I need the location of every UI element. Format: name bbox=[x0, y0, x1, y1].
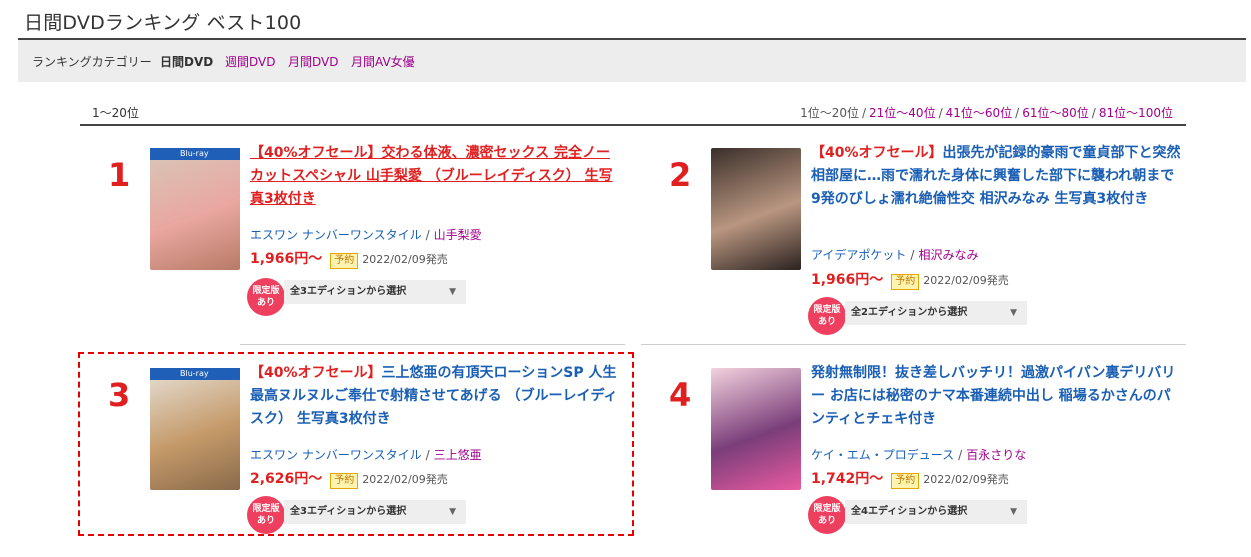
limited-edition-badge: 限定版 あり bbox=[247, 278, 285, 316]
price-line: 1,966円〜 予約 2022/02/09発売 bbox=[250, 248, 448, 269]
rank-number: 1 bbox=[108, 156, 131, 194]
page-title: 日間DVDランキング ベスト100 bbox=[24, 12, 302, 34]
pager-41-60[interactable]: 41位〜60位 bbox=[946, 106, 1013, 120]
ranking-item-4: 4 発射無制限！抜き差しバッチリ！過激パイパン裏デリバリー お店には秘密のナマ本… bbox=[641, 362, 1186, 557]
rank-number: 4 bbox=[669, 376, 692, 414]
price: 1,966円〜 bbox=[250, 251, 323, 267]
ranking-category-bar: ランキングカテゴリー 日間DVD 週間DVD 月間DVD 月間AV女優 bbox=[18, 40, 1246, 82]
category-label: ランキングカテゴリー bbox=[32, 55, 152, 69]
chevron-down-icon: ▼ bbox=[1010, 507, 1017, 517]
actress-link[interactable]: 百永さりな bbox=[966, 448, 1026, 462]
chevron-down-icon: ▼ bbox=[1010, 308, 1017, 318]
row-divider-left bbox=[240, 344, 625, 345]
pager-1-20: 1位〜20位 bbox=[800, 106, 859, 120]
product-cover[interactable] bbox=[711, 148, 801, 270]
label-link[interactable]: アイデアポケット bbox=[811, 248, 906, 262]
product-title-link[interactable]: 発射無制限！抜き差しバッチリ！過激パイパン裏デリバリー お店には秘密のナマ本番連… bbox=[811, 362, 1181, 431]
actress-link[interactable]: 山手梨愛 bbox=[434, 228, 482, 242]
product-title-link[interactable]: 【40%オフセール】交わる体液、濃密セックス 完全ノーカットスペシャル 山手梨愛… bbox=[250, 142, 620, 211]
product-meta: ケイ・エム・プロデュース / 百永さりな bbox=[811, 448, 1027, 462]
category-monthly-dvd[interactable]: 月間DVD bbox=[288, 53, 338, 70]
pager-61-80[interactable]: 61位〜80位 bbox=[1022, 106, 1089, 120]
preorder-tag: 予約 bbox=[891, 473, 920, 489]
preorder-tag: 予約 bbox=[891, 274, 920, 290]
actress-link[interactable]: 相沢みなみ bbox=[918, 248, 978, 262]
price-line: 1,966円〜 予約 2022/02/09発売 bbox=[811, 269, 1009, 290]
edition-select[interactable]: 全3エディションから選択 ▼ bbox=[284, 280, 466, 304]
edition-select[interactable]: 全2エディションから選択 ▼ bbox=[845, 301, 1027, 325]
price: 1,742円〜 bbox=[811, 471, 884, 487]
range-divider bbox=[80, 124, 1186, 126]
limited-edition-badge: 限定版 あり bbox=[808, 297, 846, 335]
current-range: 1〜20位 bbox=[92, 106, 139, 120]
product-cover[interactable] bbox=[711, 368, 801, 490]
limited-edition-badge: 限定版 あり bbox=[808, 496, 846, 534]
label-link[interactable]: エスワン ナンバーワンスタイル bbox=[250, 228, 422, 242]
rank-number: 2 bbox=[669, 156, 692, 194]
ranking-item-2: 2 【40%オフセール】出張先が記録的豪雨で童貞部下と突然相部屋に…雨で濡れた身… bbox=[641, 142, 1186, 337]
release-date: 2022/02/09発売 bbox=[923, 473, 1009, 486]
category-weekly-dvd[interactable]: 週間DVD bbox=[225, 53, 275, 70]
selection-highlight bbox=[78, 352, 634, 536]
row-divider-right bbox=[641, 344, 1186, 345]
product-meta: エスワン ナンバーワンスタイル / 山手梨愛 bbox=[250, 228, 482, 242]
chevron-down-icon: ▼ bbox=[449, 287, 456, 297]
label-link[interactable]: ケイ・エム・プロデュース bbox=[811, 448, 954, 462]
pager-21-40[interactable]: 21位〜40位 bbox=[869, 106, 936, 120]
ranking-item-1: 1 【40%オフセール】交わる体液、濃密セックス 完全ノーカットスペシャル 山手… bbox=[80, 142, 625, 337]
product-title-link[interactable]: 【40%オフセール】出張先が記録的豪雨で童貞部下と突然相部屋に…雨で濡れた身体に… bbox=[811, 142, 1181, 211]
pager-81-100[interactable]: 81位〜100位 bbox=[1099, 106, 1173, 120]
product-meta: アイデアポケット / 相沢みなみ bbox=[811, 248, 979, 262]
price: 1,966円〜 bbox=[811, 272, 884, 288]
category-monthly-actress[interactable]: 月間AV女優 bbox=[351, 53, 415, 70]
edition-select[interactable]: 全4エディションから選択 ▼ bbox=[845, 500, 1027, 524]
preorder-tag: 予約 bbox=[330, 253, 359, 269]
release-date: 2022/02/09発売 bbox=[923, 274, 1009, 287]
release-date: 2022/02/09発売 bbox=[362, 253, 448, 266]
product-cover[interactable] bbox=[150, 148, 240, 270]
price-line: 1,742円〜 予約 2022/02/09発売 bbox=[811, 468, 1009, 489]
category-daily-dvd[interactable]: 日間DVD bbox=[160, 53, 213, 70]
rank-pager: 1位〜20位/21位〜40位/41位〜60位/61位〜80位/81位〜100位 bbox=[800, 106, 1173, 120]
